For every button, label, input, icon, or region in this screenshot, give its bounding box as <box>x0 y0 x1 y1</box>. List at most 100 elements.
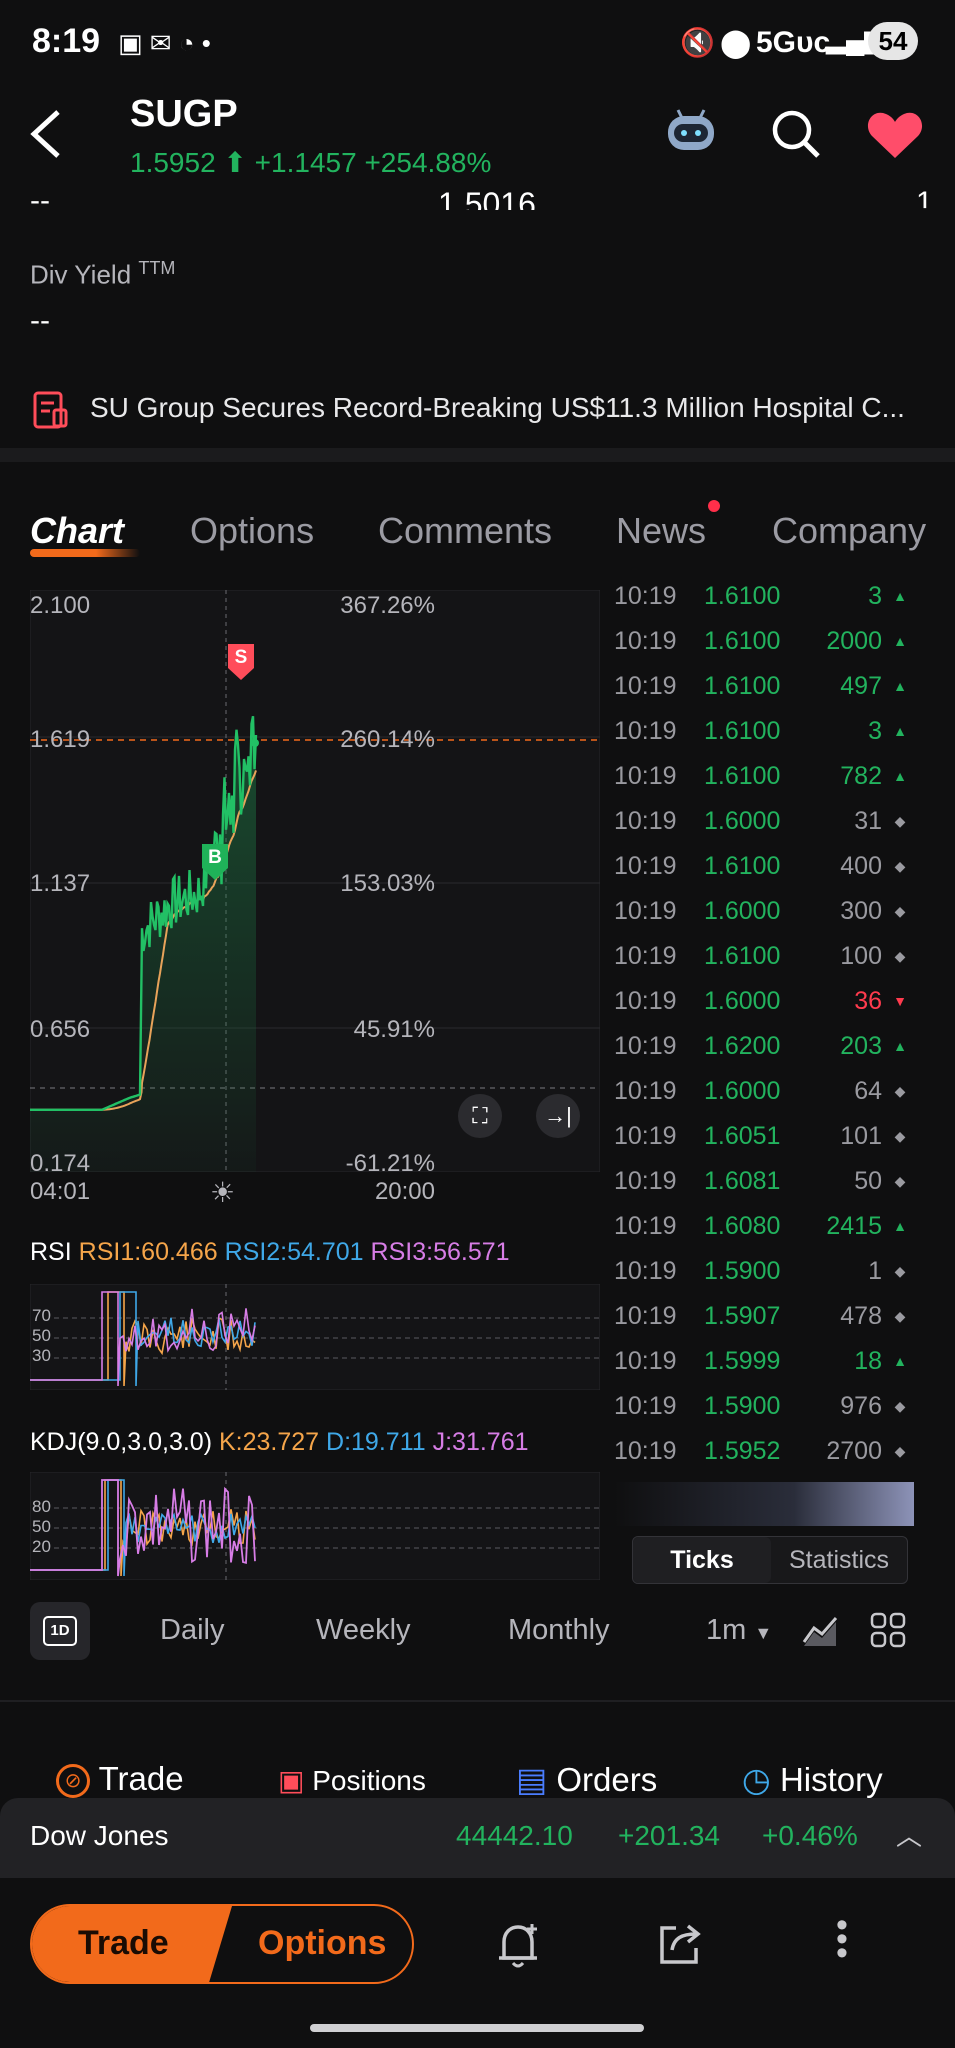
tab-chart[interactable]: Chart <box>30 510 124 552</box>
tick-row: 10:19 1.5952 2700 ◆ <box>614 1437 914 1482</box>
active-tab-underline <box>30 549 140 557</box>
tick-time: 10:19 <box>614 1392 677 1420</box>
rsi-chart[interactable] <box>30 1284 600 1390</box>
tick-price: 1.6100 <box>704 627 781 655</box>
search-icon[interactable] <box>770 108 822 160</box>
tick-volume: 101 <box>840 1122 882 1150</box>
tick-volume: 478 <box>840 1302 882 1330</box>
svg-text:S: S <box>235 647 248 668</box>
tick-time: 10:19 <box>614 1077 677 1105</box>
period-daily[interactable]: Daily <box>160 1614 224 1647</box>
status-notification-icons: ▣ ✉ ◔ • <box>118 28 211 58</box>
tick-direction-icon: ▲ <box>893 633 907 649</box>
positions-action[interactable]: ▣ Positions <box>278 1764 426 1797</box>
rsi-level-30: 30 <box>32 1346 51 1365</box>
tick-volume: 3 <box>868 582 882 610</box>
x-start-label: 04:01 <box>30 1178 91 1205</box>
tick-volume: 497 <box>840 672 882 700</box>
tick-row: 10:19 1.6051 101 ◆ <box>614 1122 914 1167</box>
tick-price: 1.6000 <box>704 987 781 1015</box>
statistics-tab[interactable]: Statistics <box>771 1537 907 1583</box>
grid-menu-icon[interactable] <box>870 1612 906 1648</box>
trade-action[interactable]: ⊘ Trade <box>56 1760 184 1799</box>
tick-row: 10:19 1.6000 300 ◆ <box>614 897 914 942</box>
y-right-4: -61.21% <box>345 1150 435 1177</box>
tick-price: 1.6100 <box>704 852 781 880</box>
chart-type-icon[interactable] <box>802 1612 840 1648</box>
kdj-chart[interactable] <box>30 1472 600 1580</box>
ticks-statistics-toggle: Ticks Statistics <box>632 1536 908 1584</box>
index-change: +201.34 <box>618 1820 720 1851</box>
price-change: +1.1457 <box>254 147 357 178</box>
stat-cut-mid: 1.5016 <box>438 186 536 222</box>
tick-direction-icon: ◆ <box>894 1443 906 1459</box>
tick-time: 10:19 <box>614 1032 677 1060</box>
more-menu-icon[interactable]: • • • <box>836 1908 848 1970</box>
tick-price: 1.6100 <box>704 717 781 745</box>
index-ticker-bar[interactable]: Dow Jones 44442.10 +201.34 +0.46% ︿ <box>0 1798 955 1878</box>
tick-volume: 976 <box>840 1392 882 1420</box>
tick-row: 10:19 1.5907 478 ◆ <box>614 1302 914 1347</box>
news-headline-link[interactable]: SU Group Secures Record-Breaking US$11.3… <box>90 392 930 424</box>
tick-price: 1.6000 <box>704 1077 781 1105</box>
tick-direction-icon: ▼ <box>893 993 907 1009</box>
rsi-level-50: 50 <box>32 1326 51 1345</box>
chevron-up-icon[interactable]: ︿ <box>896 1816 922 1853</box>
bottom-toolbar: Trade Options • • • <box>0 1878 955 1998</box>
rsi-level-70: 70 <box>32 1306 51 1325</box>
back-arrow-icon[interactable] <box>28 108 64 160</box>
tick-row: 10:19 1.6100 100 ◆ <box>614 942 914 987</box>
tab-company[interactable]: Company <box>772 510 926 552</box>
tab-options[interactable]: Options <box>190 510 314 552</box>
jump-to-latest-icon[interactable]: →| <box>536 1094 580 1138</box>
tick-price: 1.5952 <box>704 1437 781 1465</box>
tick-row: 10:19 1.6100 782 ▲ <box>614 762 914 807</box>
up-arrow-icon: ⬆ <box>223 147 247 178</box>
period-1d-button[interactable]: 1D <box>30 1602 90 1660</box>
trade-options-pill: Trade Options <box>30 1904 414 1984</box>
share-icon[interactable] <box>656 1920 704 1968</box>
home-indicator <box>310 2024 644 2032</box>
kdj-level-20: 20 <box>32 1537 51 1556</box>
tick-price: 1.6100 <box>704 942 781 970</box>
tick-price: 1.6000 <box>704 897 781 925</box>
tab-comments[interactable]: Comments <box>378 510 552 552</box>
tick-direction-icon: ◆ <box>894 1083 906 1099</box>
status-bar: 8:19 ▣ ✉ ◔ • 🔇 ⬤ 5Gᴜᴄ ▂▄▆ 54 <box>0 0 955 84</box>
trade-button[interactable]: Trade <box>32 1906 232 1982</box>
robot-assistant-icon[interactable] <box>664 106 718 156</box>
price-alert-bell-icon[interactable] <box>494 1920 542 1970</box>
stat-cut-right: 1 <box>916 186 933 219</box>
tick-volume: 3 <box>868 717 882 745</box>
tick-row: 10:19 1.5999 18 ▲ <box>614 1347 914 1392</box>
tick-volume: 50 <box>854 1167 882 1195</box>
tick-volume: 400 <box>840 852 882 880</box>
price-change-pct: +254.88% <box>364 147 492 178</box>
tick-price: 1.5907 <box>704 1302 781 1330</box>
tick-time: 10:19 <box>614 627 677 655</box>
div-yield-value: -- <box>30 304 50 337</box>
tick-volume: 31 <box>854 807 882 835</box>
y-left-4: 0.174 <box>30 1150 91 1177</box>
period-monthly[interactable]: Monthly <box>508 1614 610 1647</box>
tick-volume: 203 <box>840 1032 882 1060</box>
tick-row: 10:19 1.6100 3 ▲ <box>614 717 914 762</box>
tick-price: 1.6000 <box>704 807 781 835</box>
tick-time: 10:19 <box>614 1122 677 1150</box>
favorite-heart-icon[interactable] <box>866 110 924 160</box>
history-action[interactable]: ◷ History <box>742 1760 883 1799</box>
ticks-tab[interactable]: Ticks <box>633 1537 771 1583</box>
orders-action[interactable]: ▤ Orders <box>516 1760 657 1799</box>
price-line: 1.5952 ⬆ +1.1457 +254.88% <box>130 146 491 179</box>
price-chart[interactable]: S B <box>30 590 600 1172</box>
interval-select[interactable]: 1m ▼ <box>706 1614 772 1647</box>
tick-volume: 1 <box>868 1257 882 1285</box>
options-button[interactable]: Options <box>258 1924 386 1963</box>
div-yield-label: Div Yield TTM <box>30 258 176 290</box>
tab-news[interactable]: News <box>616 510 706 552</box>
fullscreen-icon[interactable]: ⛶ <box>458 1094 502 1138</box>
period-weekly[interactable]: Weekly <box>316 1614 411 1647</box>
orders-icon: ▤ <box>516 1761 548 1798</box>
positions-icon: ▣ <box>278 1765 305 1796</box>
tick-volume: 2700 <box>826 1437 882 1465</box>
